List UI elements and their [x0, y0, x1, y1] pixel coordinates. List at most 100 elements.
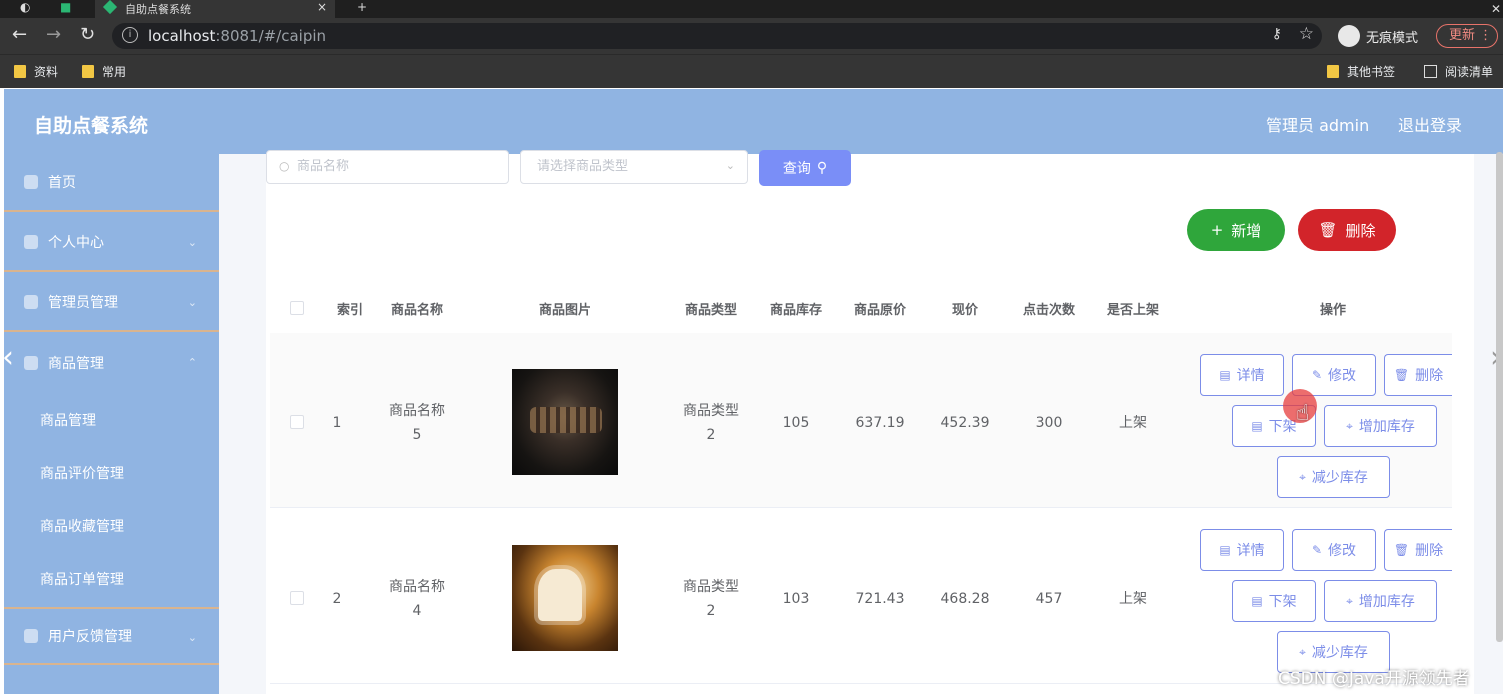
- location-icon: ⌖: [1346, 418, 1353, 433]
- sidebar-item-admin[interactable]: 管理员管理 ⌄: [4, 274, 219, 332]
- col-stock: 商品库存: [769, 303, 822, 318]
- cell-name-line: 4: [412, 603, 422, 619]
- browser-tab-active[interactable]: 自助点餐系统 ×: [95, 0, 335, 18]
- app-root: 自助点餐系统 管理员 admin 退出登录 首页 个人中心 ⌄ 管理员管理 ⌄ 商品…: [4, 89, 1503, 694]
- row-checkbox[interactable]: [290, 591, 304, 605]
- sidebar-item-feedback[interactable]: 用户反馈管理 ⌄: [4, 607, 219, 665]
- pinned-tab-icon[interactable]: ■: [60, 0, 71, 14]
- chevron-down-icon: ⌄: [187, 296, 197, 309]
- cell-type: 商品类型 2: [676, 399, 746, 447]
- trash-icon: 🗑: [1393, 543, 1410, 557]
- cell-stock: 105: [782, 415, 810, 431]
- url-text[interactable]: localhost:8081/#/caipin: [148, 27, 326, 45]
- sidebar-item-home[interactable]: 首页: [4, 154, 219, 212]
- chevron-up-icon: ⌃: [187, 356, 197, 369]
- feedback-icon: [24, 629, 38, 643]
- edit-icon: ✎: [1311, 368, 1323, 382]
- cell-original-price: 637.19: [855, 415, 905, 431]
- reduce-stock-button[interactable]: ⌖ 减少库存: [1277, 456, 1390, 498]
- browser-menu-icon[interactable]: ◐: [20, 0, 30, 14]
- goods-icon: [24, 356, 38, 370]
- hand-cursor-icon: ☝: [1296, 401, 1310, 426]
- row-checkbox[interactable]: [290, 415, 304, 429]
- back-icon[interactable]: ←: [12, 24, 27, 45]
- prev-arrow-icon[interactable]: ‹: [2, 340, 14, 375]
- url-box[interactable]: i localhost:8081/#/caipin ⚷ ☆: [112, 23, 1322, 49]
- add-stock-button[interactable]: ⌖ 增加库存: [1324, 405, 1437, 447]
- offshelf-button[interactable]: ▤ 下架: [1232, 580, 1316, 622]
- edit-icon: ✎: [1311, 543, 1323, 557]
- tab-favicon-icon: [102, 0, 118, 15]
- bookmark-other[interactable]: 其他书签: [1327, 63, 1395, 80]
- op-label: 详情: [1236, 543, 1265, 559]
- reload-icon[interactable]: ↻: [80, 24, 95, 45]
- sidebar-item-goods[interactable]: 商品管理 ⌃: [4, 334, 219, 392]
- main-content: ○ ⌄ 查询 ⚲ + 新增 🗑 删除 索引 商品名称 商品图片 商品类型 商品库存 商…: [266, 150, 1474, 694]
- sidebar-sub-goods[interactable]: 商品管理: [4, 393, 219, 446]
- chevron-down-icon: ⌄: [187, 236, 197, 249]
- password-key-icon[interactable]: ⚷: [1272, 26, 1282, 42]
- cell-type-line: 商品类型: [683, 579, 739, 595]
- table-row: 2 商品名称 4 商品类型 2 103 721.43 468.28 457 上架 ▤…: [270, 509, 1452, 684]
- search-name-field[interactable]: ○: [266, 150, 509, 184]
- op-label: 删除: [1415, 543, 1444, 559]
- scrollbar[interactable]: [1496, 152, 1503, 642]
- query-button[interactable]: 查询 ⚲: [759, 150, 851, 186]
- add-stock-button[interactable]: ⌖ 增加库存: [1324, 580, 1437, 622]
- cell-clicks: 300: [1035, 415, 1063, 431]
- forward-icon[interactable]: →: [46, 24, 61, 45]
- cell-status: 上架: [1119, 591, 1147, 607]
- batch-delete-button[interactable]: 🗑 删除: [1298, 209, 1396, 251]
- home-icon: [24, 175, 38, 189]
- window-close-icon[interactable]: ✕: [1491, 2, 1501, 16]
- bookmark-folder-2[interactable]: 常用: [82, 63, 126, 80]
- detail-button[interactable]: ▤ 详情: [1200, 529, 1284, 571]
- delete-button[interactable]: 🗑 删除: [1384, 529, 1452, 571]
- folder-icon: [1327, 65, 1339, 78]
- reading-list-icon: [1424, 65, 1437, 78]
- sidebar-sub-order[interactable]: 商品订单管理: [4, 552, 219, 605]
- bookmark-star-icon[interactable]: ☆: [1299, 24, 1314, 44]
- tab-close-icon[interactable]: ×: [317, 0, 327, 14]
- sidebar-sub-favorite[interactable]: 商品收藏管理: [4, 499, 219, 552]
- col-name: 商品名称: [390, 303, 443, 318]
- op-label: 下架: [1268, 594, 1297, 610]
- edit-button[interactable]: ✎ 修改: [1292, 529, 1376, 571]
- bookmark-folder-1[interactable]: 资料: [14, 63, 58, 80]
- search-name-input[interactable]: [297, 159, 487, 174]
- tab-title: 自助点餐系统: [125, 3, 191, 16]
- op-label: 减少库存: [1311, 645, 1368, 661]
- sidebar-sub-review[interactable]: 商品评价管理: [4, 446, 219, 499]
- sidebar-item-label: 管理员管理: [48, 295, 118, 311]
- cell-name-line: 商品名称: [389, 403, 445, 419]
- logout-link[interactable]: 退出登录: [1398, 112, 1462, 136]
- cell-name-line: 商品名称: [389, 579, 445, 595]
- type-select[interactable]: ⌄: [520, 150, 748, 184]
- op-label: 详情: [1236, 368, 1265, 384]
- new-tab-icon[interactable]: +: [357, 0, 367, 14]
- current-user: 管理员 admin: [1266, 116, 1370, 135]
- reading-list[interactable]: 阅读清单: [1424, 63, 1493, 80]
- user-icon: [24, 235, 38, 249]
- cell-type-line: 2: [706, 427, 716, 443]
- col-index: 索引: [336, 303, 363, 318]
- site-info-icon[interactable]: i: [122, 27, 138, 43]
- delete-button[interactable]: 🗑 删除: [1384, 354, 1452, 396]
- app-brand: 自助点餐系统: [34, 115, 149, 137]
- col-clicks: 点击次数: [1022, 303, 1075, 318]
- col-status: 是否上架: [1106, 303, 1159, 318]
- detail-button[interactable]: ▤ 详情: [1200, 354, 1284, 396]
- incognito-label: 无痕模式: [1366, 30, 1419, 46]
- admin-icon: [24, 295, 38, 309]
- goods-image: [512, 545, 618, 651]
- sidebar-item-label: 首页: [48, 175, 76, 191]
- select-all-checkbox[interactable]: [290, 301, 304, 315]
- incognito-indicator[interactable]: 无痕模式: [1338, 24, 1418, 48]
- update-button[interactable]: 更新 ⋮: [1436, 24, 1498, 48]
- cell-stock: 103: [782, 591, 810, 607]
- trash-icon: 🗑: [1393, 368, 1410, 382]
- sidebar-item-profile[interactable]: 个人中心 ⌄: [4, 214, 219, 272]
- add-button[interactable]: + 新增: [1187, 209, 1285, 251]
- type-select-input[interactable]: [537, 159, 727, 174]
- op-label: 增加库存: [1358, 419, 1415, 435]
